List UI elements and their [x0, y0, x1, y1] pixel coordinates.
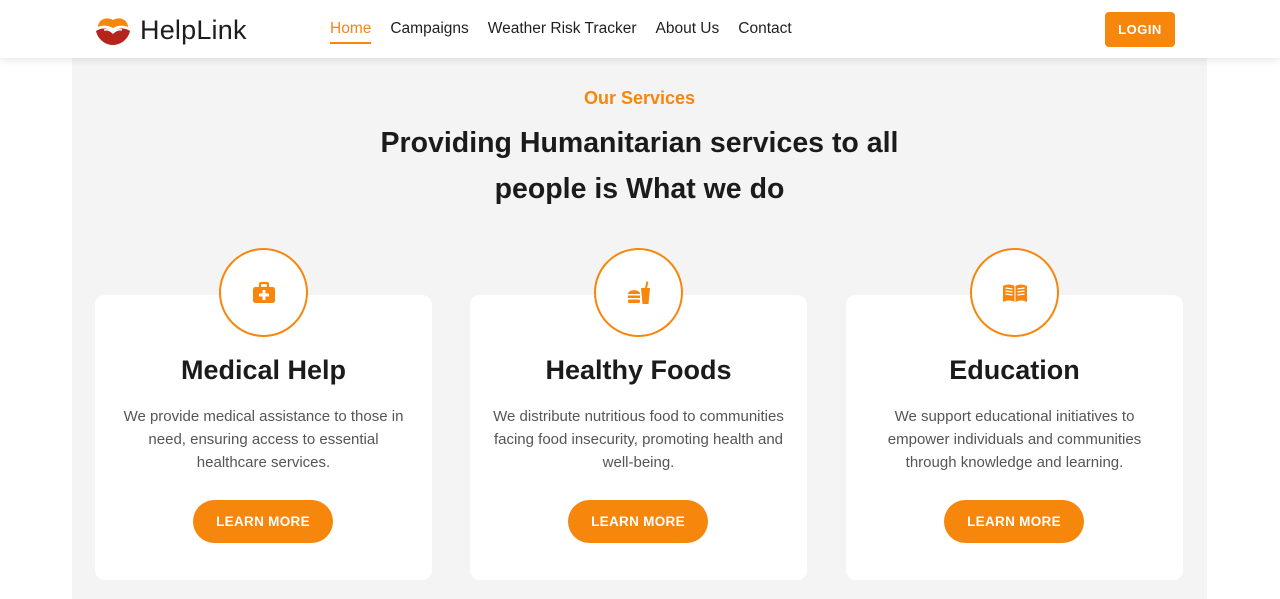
learn-more-button[interactable]: LEARN MORE	[193, 500, 333, 543]
card-description: We distribute nutritious food to communi…	[493, 408, 784, 471]
hands-heart-icon	[94, 13, 132, 47]
card-description: We support educational initiatives to em…	[887, 408, 1142, 471]
nav-contact[interactable]: Contact	[738, 12, 791, 46]
login-button[interactable]: LOGIN	[1105, 12, 1175, 47]
section-eyebrow: Our Services	[583, 88, 696, 108]
section-headline: Providing Humanitarian services to all p…	[380, 127, 899, 205]
main-nav: Home Campaigns Weather Risk Tracker Abou…	[330, 0, 811, 58]
nav-weather-risk-tracker[interactable]: Weather Risk Tracker	[488, 12, 637, 46]
nav-about-us[interactable]: About Us	[656, 12, 720, 46]
food-burger-drink-icon	[627, 280, 650, 304]
medical-kit-icon	[252, 281, 275, 303]
book-icon-badge	[970, 248, 1059, 337]
food-icon-badge	[594, 248, 683, 337]
site-header: HelpLink Home Campaigns Weather Risk Tra…	[0, 0, 1280, 58]
service-card-education: Education We support educational initiat…	[846, 295, 1183, 580]
brand-logo-link[interactable]: HelpLink	[94, 12, 247, 48]
learn-more-button[interactable]: LEARN MORE	[568, 500, 708, 543]
service-card-foods: Healthy Foods We distribute nutritious f…	[470, 295, 807, 580]
open-book-icon	[1002, 284, 1027, 302]
card-title: Healthy Foods	[545, 355, 732, 385]
service-card-medical: Medical Help We provide medical assistan…	[95, 295, 432, 580]
nav-home[interactable]: Home	[330, 12, 372, 46]
learn-more-button[interactable]: LEARN MORE	[944, 500, 1084, 543]
card-title: Medical Help	[180, 355, 347, 385]
services-section: Our Services Providing Humanitarian serv…	[72, 58, 1207, 599]
card-title: Education	[949, 355, 1080, 385]
medical-kit-icon-badge	[219, 248, 308, 337]
brand-name: HelpLink	[140, 14, 247, 45]
card-description: We provide medical assistance to those i…	[123, 408, 404, 471]
nav-campaigns[interactable]: Campaigns	[390, 12, 468, 46]
